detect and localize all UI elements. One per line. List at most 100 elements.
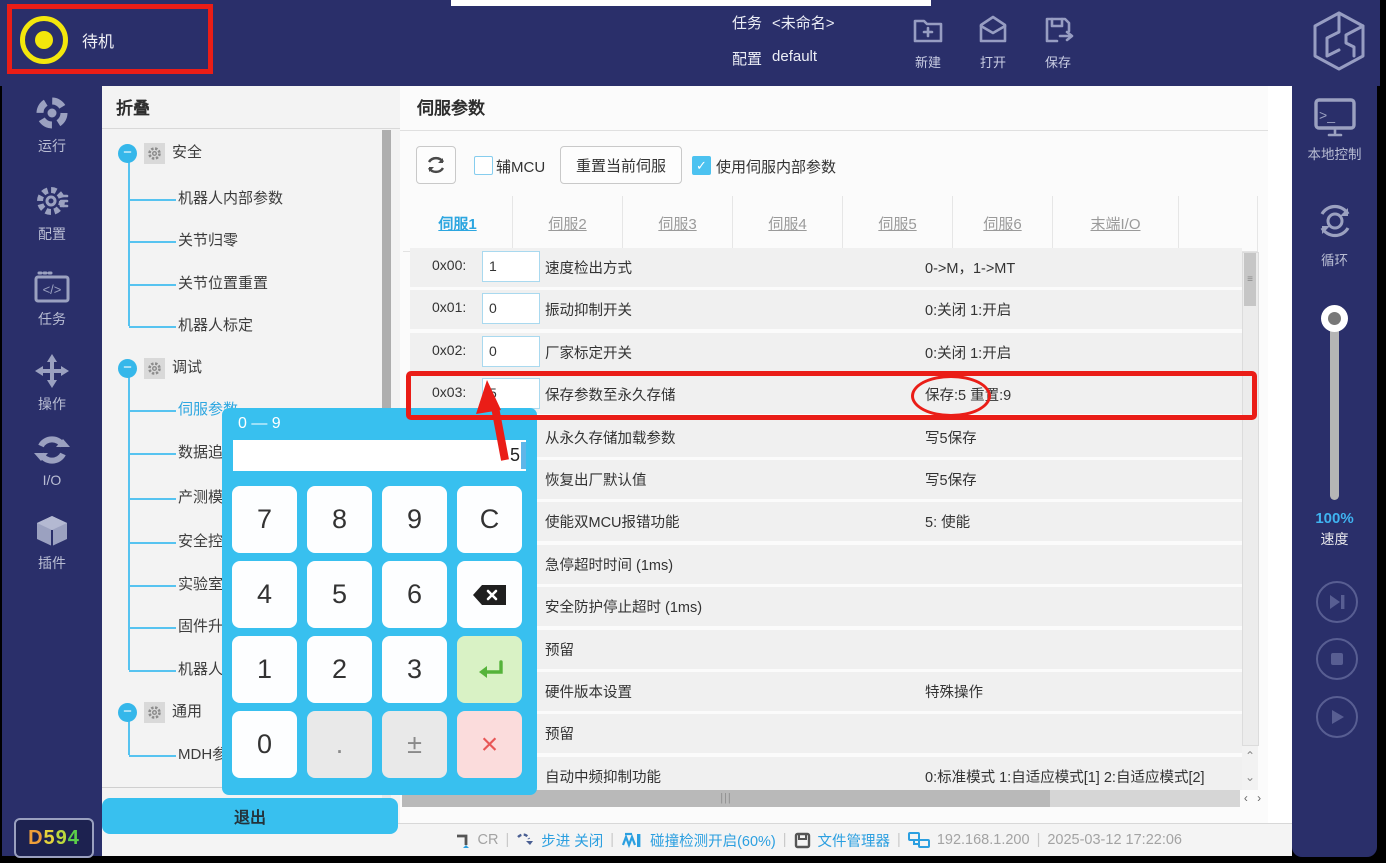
keypad-key-1[interactable]: 1: [232, 636, 297, 703]
keypad-key-C[interactable]: C: [457, 486, 522, 553]
keypad-key-9[interactable]: 9: [382, 486, 447, 553]
ip-address: 192.168.1.200: [937, 832, 1030, 848]
step-forward-button[interactable]: [1316, 581, 1358, 623]
spinner-down-icon[interactable]: ⌄: [1242, 767, 1258, 788]
run-icon: [34, 95, 70, 131]
param-address: 0x00:: [432, 257, 466, 273]
new-task-button[interactable]: 新建: [895, 12, 961, 71]
save-icon: [1040, 12, 1076, 48]
group-gear-icon: [144, 702, 165, 723]
tree-group-debug[interactable]: − 调试: [118, 355, 202, 381]
aux-mcu-checkbox[interactable]: [474, 156, 493, 175]
step-mode-status[interactable]: 步进 关闭: [541, 830, 603, 851]
tab-伺服3[interactable]: 伺服3: [623, 196, 733, 251]
step-mode-icon: [516, 832, 534, 848]
speed-slider-track[interactable]: [1330, 318, 1339, 500]
device-code-char: 4: [68, 827, 80, 850]
device-code-char: 9: [56, 827, 68, 850]
param-label: 速度检出方式: [545, 257, 632, 278]
task-row: 任务 <未命名>: [732, 12, 835, 33]
tab-末端I/O[interactable]: 末端I/O: [1053, 196, 1179, 251]
svg-text:>_: >_: [1319, 107, 1335, 123]
separator: |: [505, 832, 509, 848]
value-spinner[interactable]: ⌃⌄: [1242, 746, 1258, 790]
collision-detect-status[interactable]: 碰撞检测开启(60%): [650, 830, 776, 851]
sidebar-item-label: 插件: [38, 555, 66, 571]
play-button[interactable]: [1316, 696, 1358, 738]
param-value-input[interactable]: 0: [482, 336, 540, 367]
enter-icon: [475, 659, 505, 681]
tab-label: 伺服4: [768, 213, 806, 234]
keypad-key-8[interactable]: 8: [307, 486, 372, 553]
keypad-range-title: 0 — 9: [238, 415, 281, 433]
param-value-input[interactable]: 0: [482, 293, 540, 324]
group-gear-icon: [144, 358, 165, 379]
tab-label: 伺服1: [438, 213, 476, 234]
keypad-key-cancel[interactable]: ×: [457, 711, 522, 778]
tree-group-general[interactable]: − 通用: [118, 699, 202, 725]
spinner-up-icon[interactable]: ⌃: [1242, 746, 1258, 767]
keypad-key-enter[interactable]: [457, 636, 522, 703]
io-cycle-icon: [34, 433, 70, 467]
keypad-key-muted[interactable]: ±: [382, 711, 447, 778]
speed-slider-knob[interactable]: [1321, 305, 1348, 332]
annotation-box-row-0x03: [406, 371, 1257, 420]
save-task-button[interactable]: 保存: [1025, 12, 1091, 71]
keypad-key-7[interactable]: 7: [232, 486, 297, 553]
keypad-key-muted[interactable]: .: [307, 711, 372, 778]
sidebar-item-run[interactable]: 运行: [2, 95, 102, 156]
tree-group-safety[interactable]: − 安全: [118, 140, 202, 166]
tab-伺服2[interactable]: 伺服2: [513, 196, 623, 251]
keypad-key-4[interactable]: 4: [232, 561, 297, 628]
keypad-key-6[interactable]: 6: [382, 561, 447, 628]
tab-伺服1[interactable]: 伺服1: [403, 196, 513, 251]
open-file-icon: [975, 12, 1011, 48]
open-task-button[interactable]: 打开: [960, 12, 1026, 71]
param-label: 预留: [545, 639, 574, 660]
reset-current-servo-button[interactable]: 重置当前伺服: [560, 146, 682, 184]
collapse-toggle-icon[interactable]: −: [118, 144, 137, 163]
keypad-key-0[interactable]: 0: [232, 711, 297, 778]
keypad-key-3[interactable]: 3: [382, 636, 447, 703]
tree-scrollbar-thumb[interactable]: [382, 130, 391, 430]
collapse-toggle-icon[interactable]: −: [118, 703, 137, 722]
config-row: 配置 default: [732, 48, 817, 69]
horizontal-scroll-buttons[interactable]: ‹ ›: [1243, 790, 1265, 807]
tab-伺服6[interactable]: 伺服6: [953, 196, 1053, 251]
local-control-button[interactable]: >_ 本地控制: [1292, 96, 1377, 163]
gear-icon: [34, 183, 70, 219]
tab-伺服5[interactable]: 伺服5: [843, 196, 953, 251]
tree-connector: [128, 368, 130, 670]
file-manager-link[interactable]: 文件管理器: [818, 830, 891, 851]
tab-label: 末端I/O: [1090, 213, 1140, 234]
config-value: default: [772, 48, 817, 69]
sidebar-item-config[interactable]: 配置: [2, 183, 102, 244]
new-folder-icon: [910, 12, 946, 48]
tab-label: 伺服2: [548, 213, 586, 234]
tree-collapse-header[interactable]: 折叠: [116, 94, 150, 119]
file-manager-icon: [794, 832, 811, 849]
keypad-key-2[interactable]: 2: [307, 636, 372, 703]
param-value-input[interactable]: 1: [482, 251, 540, 282]
text-cursor: [521, 442, 526, 469]
tree-group-label: 调试: [172, 355, 202, 381]
separator: |: [783, 832, 787, 848]
divider: [400, 130, 1268, 131]
tab-label: 伺服5: [878, 213, 916, 234]
sidebar-item-io[interactable]: I/O: [2, 433, 102, 488]
sidebar-item-plugin[interactable]: 插件: [2, 514, 102, 573]
table-vertical-scrollbar-thumb[interactable]: ≡: [1244, 253, 1256, 306]
sidebar-item-jog[interactable]: 操作: [2, 353, 102, 414]
sidebar-item-task[interactable]: </> 任务: [2, 270, 102, 329]
tab-伺服4[interactable]: 伺服4: [733, 196, 843, 251]
stop-button[interactable]: [1316, 638, 1358, 680]
keypad-exit-button[interactable]: 退出: [102, 798, 398, 834]
collapse-toggle-icon[interactable]: −: [118, 359, 137, 378]
keypad-key-5[interactable]: 5: [307, 561, 372, 628]
refresh-button[interactable]: [416, 146, 456, 184]
loop-mode-button[interactable]: 循环: [1292, 198, 1377, 269]
table-vertical-scrollbar-track[interactable]: [1242, 252, 1259, 746]
move-arrows-icon: [34, 353, 70, 389]
use-internal-params-checkbox[interactable]: ✓: [692, 156, 711, 175]
keypad-key-backspace[interactable]: [457, 561, 522, 628]
